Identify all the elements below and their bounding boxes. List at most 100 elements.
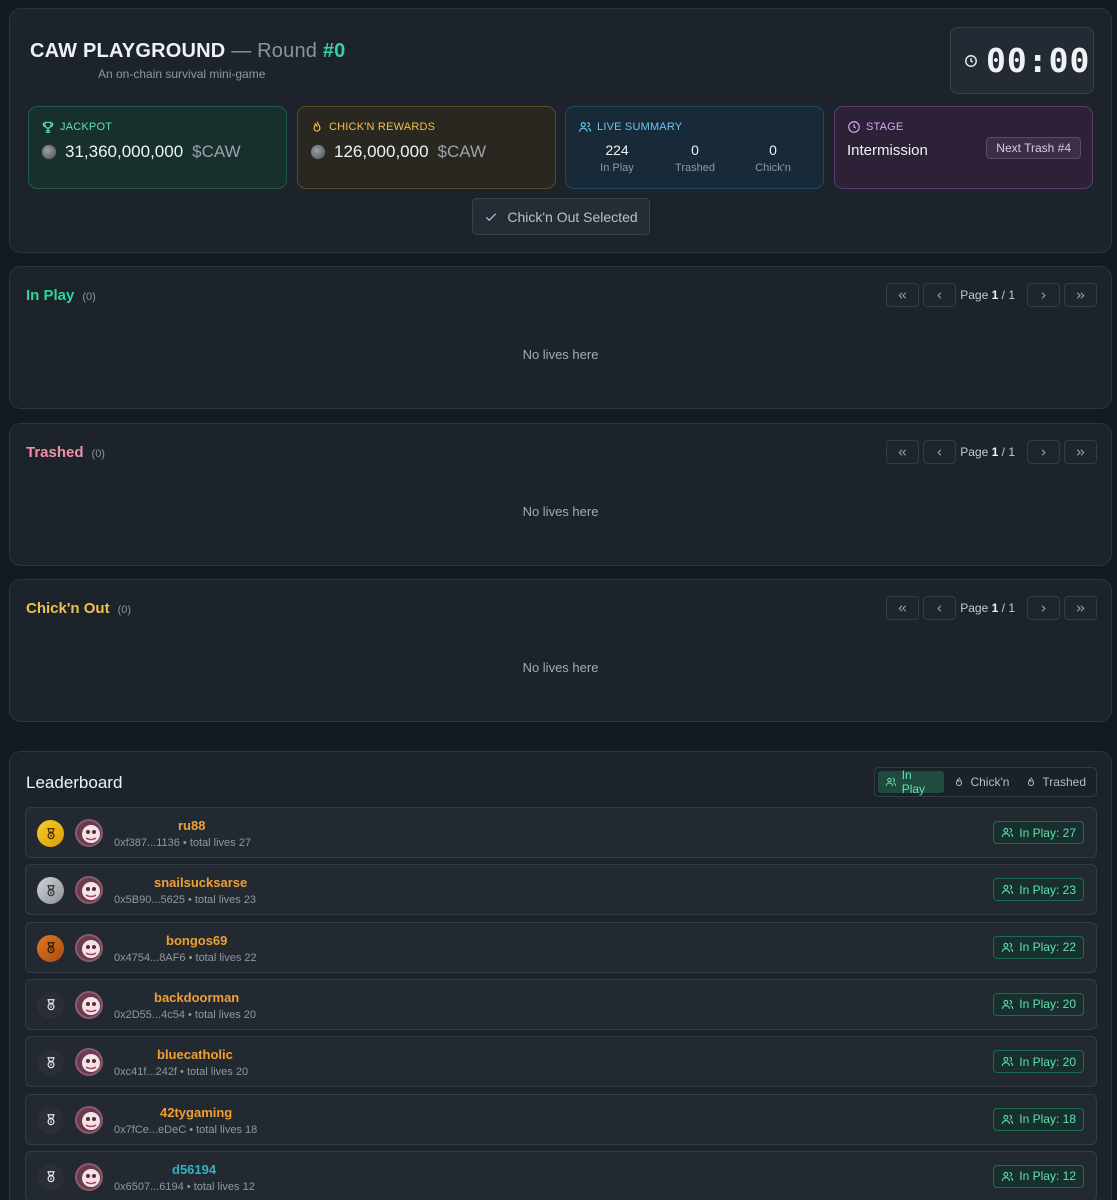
trophy-icon: [42, 121, 54, 133]
chevron-left-icon: [937, 604, 942, 612]
user-meta: 0x5B90...5625 • total lives 23: [114, 894, 257, 907]
users-icon: [885, 777, 896, 786]
users-icon: [1002, 885, 1014, 895]
first-page-button[interactable]: [886, 596, 920, 620]
chevron-right-icon: [1041, 604, 1046, 612]
avatar: [75, 819, 103, 847]
username[interactable]: bluecatholic: [157, 1047, 233, 1062]
subtitle: An on-chain survival mini-game: [98, 67, 266, 81]
users-icon: [1002, 1171, 1014, 1181]
chevrons-right-icon: [1076, 291, 1085, 299]
avatar: [75, 1105, 103, 1134]
pagination: Page 1 / 1: [886, 596, 1097, 620]
live-trashed: 0 Trashed: [675, 142, 715, 174]
leaderboard-row[interactable]: d56194 0x6507...6194 • total lives 12 In…: [25, 1150, 1097, 1200]
prev-page-button[interactable]: [923, 440, 957, 464]
page-indicator: Page 1 / 1: [960, 288, 1015, 302]
flame-icon: [313, 121, 321, 132]
chickn-out-selected-label: Chick'n Out Selected: [507, 208, 638, 225]
medal-icon: [37, 877, 64, 905]
caw-coin-icon: [41, 144, 57, 160]
leaderboard-row[interactable]: 42tygaming 0x7fCe...eDeC • total lives 1…: [25, 1093, 1097, 1145]
jackpot-label: JACKPOT: [60, 121, 113, 133]
trashed-section: Trashed (0) Page 1 / 1 No lives here: [9, 423, 1112, 566]
medal-icon: [37, 1049, 64, 1077]
leaderboard-row[interactable]: bongos69 0x4754...8AF6 • total lives 22 …: [25, 921, 1097, 973]
next-page-button[interactable]: [1027, 440, 1060, 464]
prev-page-button[interactable]: [923, 283, 957, 307]
countdown-timer: 00:00: [950, 27, 1094, 94]
first-page-button[interactable]: [886, 440, 920, 464]
in-play-badge: In Play: 18: [993, 1107, 1084, 1131]
tab-chickn[interactable]: Chick'n: [946, 771, 1016, 793]
medal-icon: [37, 1163, 64, 1191]
section-title: Trashed: [26, 444, 84, 461]
next-page-button[interactable]: [1027, 283, 1060, 307]
clock-icon: [848, 121, 860, 133]
chickn-rewards-card: CHICK'N REWARDS 126,000,000 $CAW: [297, 106, 556, 189]
username[interactable]: ru88: [178, 818, 205, 833]
in-play-badge: In Play: 22: [993, 935, 1084, 959]
username[interactable]: backdoorman: [154, 990, 239, 1005]
section-title: In Play: [26, 287, 75, 304]
users-icon: [1002, 827, 1014, 837]
in-play-badge: In Play: 12: [993, 1164, 1084, 1188]
in-play-badge: In Play: 27: [993, 821, 1084, 844]
live-in-play: 224 In Play: [600, 142, 634, 174]
users-icon: [1002, 1057, 1014, 1067]
live-chickn: 0 Chick'n: [755, 142, 791, 174]
title-dash: —: [231, 40, 252, 62]
next-page-button[interactable]: [1027, 596, 1060, 620]
live-summary-card: LIVE SUMMARY 224 In Play 0 Trashed 0 Chi…: [565, 106, 824, 189]
leaderboard-tabs: In Play Chick'n Trashed: [874, 767, 1097, 797]
users-icon: [1002, 1114, 1014, 1124]
leaderboard-card: Leaderboard In Play Chick'n Trashed ru88…: [9, 751, 1112, 1200]
user-meta: 0x2D55...4c54 • total lives 20: [114, 1008, 257, 1021]
check-icon: [486, 212, 497, 221]
medal-icon: [37, 820, 64, 847]
round-label: Round: [257, 40, 318, 62]
page-indicator: Page 1 / 1: [960, 445, 1015, 459]
flame-icon: [956, 777, 963, 786]
chevron-right-icon: [1041, 448, 1046, 456]
chickn-out-selected-button[interactable]: Chick'n Out Selected: [472, 198, 650, 235]
avatar: [75, 876, 103, 905]
leaderboard-row[interactable]: ru88 0xf387...1136 • total lives 27 In P…: [25, 807, 1097, 858]
in-play-badge: In Play: 20: [993, 1050, 1084, 1074]
empty-state: No lives here: [522, 347, 599, 362]
section-title: Chick'n Out: [26, 600, 110, 617]
section-count: (0): [91, 448, 105, 460]
leaderboard-row[interactable]: snailsucksarse 0x5B90...5625 • total liv…: [25, 864, 1097, 916]
tab-in-play[interactable]: In Play: [878, 768, 945, 796]
first-page-button[interactable]: [886, 283, 920, 307]
last-page-button[interactable]: [1064, 440, 1097, 464]
username[interactable]: snailsucksarse: [154, 875, 247, 890]
jackpot-card: JACKPOT 31,360,000,000 $CAW: [28, 106, 287, 189]
game-header-card: CAW PLAYGROUND — Round #0 An on-chain su…: [9, 8, 1112, 253]
user-meta: 0x7fCe...eDeC • total lives 18: [114, 1123, 258, 1136]
round-number: #0: [322, 40, 346, 62]
username[interactable]: bongos69: [166, 933, 227, 948]
chevrons-right-icon: [1076, 604, 1085, 612]
users-icon: [1002, 942, 1014, 952]
in-play-badge: In Play: 23: [993, 878, 1084, 902]
page-indicator: Page 1 / 1: [960, 601, 1015, 615]
username[interactable]: d56194: [172, 1162, 216, 1177]
chickn-rewards-currency: $CAW: [437, 142, 487, 161]
chevrons-left-icon: [898, 604, 907, 612]
leaderboard-row[interactable]: bluecatholic 0xc41f...242f • total lives…: [25, 1036, 1097, 1088]
prev-page-button[interactable]: [923, 596, 957, 620]
stage-value: Intermission: [847, 142, 928, 159]
leaderboard-title: Leaderboard: [26, 773, 123, 792]
leaderboard-row[interactable]: backdoorman 0x2D55...4c54 • total lives …: [25, 978, 1097, 1030]
jackpot-currency: $CAW: [192, 142, 241, 161]
chevron-left-icon: [937, 448, 942, 456]
brand-title: CAW PLAYGROUND: [30, 40, 226, 62]
last-page-button[interactable]: [1064, 596, 1097, 620]
last-page-button[interactable]: [1064, 283, 1097, 307]
in-play-section: In Play (0) Page 1 / 1 No lives here: [9, 266, 1112, 409]
chevron-right-icon: [1041, 291, 1046, 299]
tab-trashed[interactable]: Trashed: [1018, 771, 1093, 793]
username[interactable]: 42tygaming: [160, 1105, 232, 1120]
chevron-left-icon: [937, 291, 942, 299]
